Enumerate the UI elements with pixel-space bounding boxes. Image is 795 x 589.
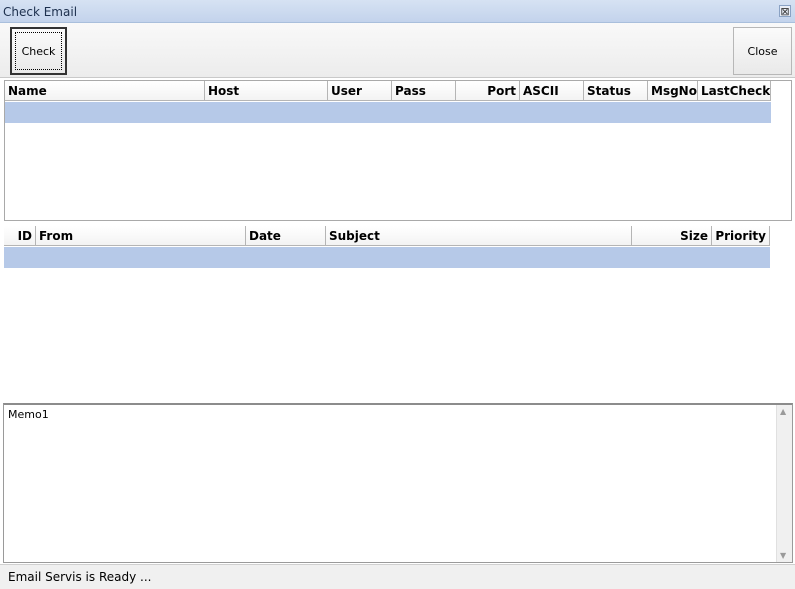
column-header-size[interactable]: Size [632, 226, 712, 246]
title-bar: Check Email ⊠ [0, 0, 795, 23]
memo-text: Memo1 [8, 408, 49, 421]
memo-box[interactable]: Memo1 ▲ ▼ [3, 403, 793, 563]
memo-scrollbar[interactable]: ▲ ▼ [776, 405, 792, 562]
column-header-name[interactable]: Name [5, 81, 205, 101]
selected-row[interactable] [5, 102, 771, 123]
accounts-grid[interactable]: Name Host User Pass Port ASCII Status Ms… [4, 80, 792, 221]
column-header-lastcheck[interactable]: LastCheck [698, 81, 771, 101]
column-header-port[interactable]: Port [456, 81, 520, 101]
column-header-subject[interactable]: Subject [326, 226, 632, 246]
accounts-grid-header: Name Host User Pass Port ASCII Status Ms… [5, 81, 771, 101]
column-header-priority[interactable]: Priority [712, 226, 770, 246]
status-text: Email Servis is Ready ... [8, 570, 152, 584]
column-header-host[interactable]: Host [205, 81, 328, 101]
column-header-msgno[interactable]: MsgNo [648, 81, 698, 101]
status-bar: Email Servis is Ready ... [0, 564, 795, 589]
close-button[interactable]: Close [733, 27, 792, 75]
toolbar: Check Close [0, 23, 795, 78]
messages-grid-header: ID From Date Subject Size Priority [4, 226, 770, 246]
window-title: Check Email [3, 5, 78, 19]
scroll-down-icon[interactable]: ▼ [780, 551, 786, 560]
column-header-date[interactable]: Date [246, 226, 326, 246]
column-header-id[interactable]: ID [4, 226, 36, 246]
scroll-up-icon[interactable]: ▲ [780, 407, 786, 416]
messages-grid[interactable]: ID From Date Subject Size Priority [2, 226, 793, 402]
check-button[interactable]: Check [10, 27, 67, 75]
column-header-ascii[interactable]: ASCII [520, 81, 584, 101]
selected-row[interactable] [4, 247, 770, 268]
column-header-from[interactable]: From [36, 226, 246, 246]
column-header-pass[interactable]: Pass [392, 81, 456, 101]
column-header-user[interactable]: User [328, 81, 392, 101]
window-close-icon[interactable]: ⊠ [779, 5, 791, 17]
column-header-status[interactable]: Status [584, 81, 648, 101]
